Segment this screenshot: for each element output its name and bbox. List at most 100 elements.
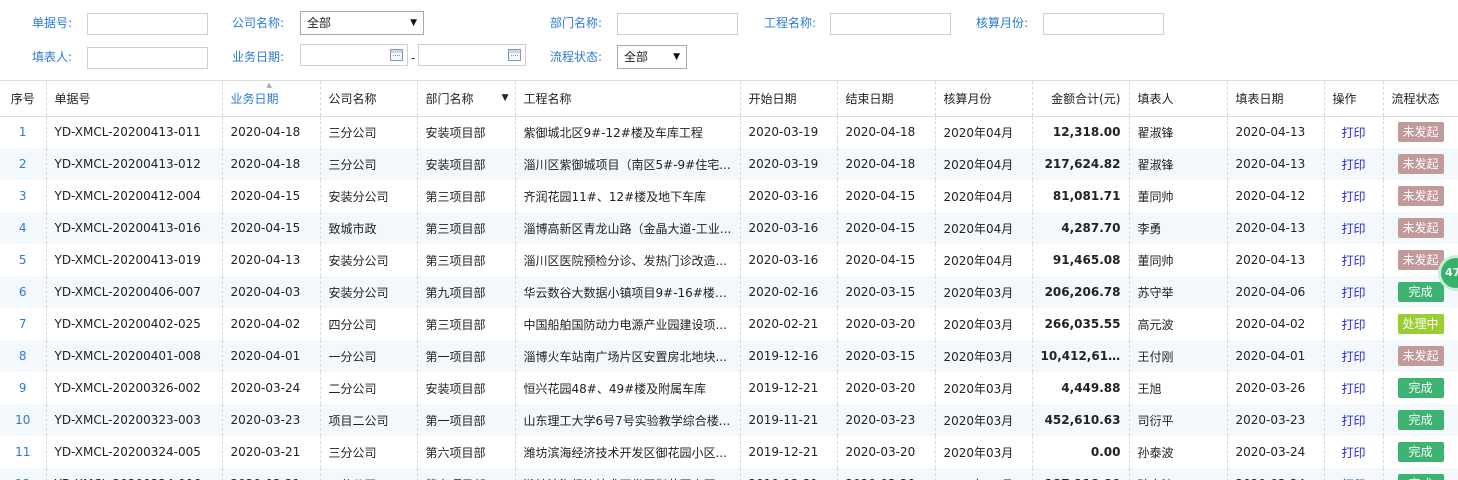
cell-status: 完成 <box>1383 468 1458 480</box>
biz-date-end-input[interactable] <box>418 44 526 66</box>
cell-end-date: 2020-04-15 <box>837 244 936 276</box>
data-grid: 序号 单据号 ▲ 业务日期 公司名称 部门名称 ▼ 工程名称 开始日期 结束日期… <box>0 80 1458 480</box>
cell-company: 三分公司 <box>320 468 418 480</box>
table-row[interactable]: 3 YD-XMCL-20200412-004 2020-04-15 安装分公司 第三项目… <box>0 180 1458 212</box>
print-link[interactable]: 打印 <box>1341 126 1365 140</box>
col-header-no[interactable]: 序号 <box>0 81 47 117</box>
print-link[interactable]: 打印 <box>1341 446 1365 460</box>
col-header-status[interactable]: 流程状态 <box>1383 81 1458 117</box>
print-link[interactable]: 打印 <box>1341 158 1365 172</box>
col-header-dept[interactable]: 部门名称 ▼ <box>417 81 516 117</box>
cell-fill-date: 2020-04-06 <box>1227 276 1325 308</box>
col-header-end-date[interactable]: 结束日期 <box>837 81 936 117</box>
cell-biz-date: 2020-04-03 <box>222 276 321 308</box>
cell-status: 未发起 <box>1383 340 1458 372</box>
cell-no: 8 <box>0 340 47 372</box>
calendar-icon[interactable] <box>508 49 521 61</box>
table-row[interactable]: 1 YD-XMCL-20200413-011 2020-04-18 三分公司 安装项目部… <box>0 116 1458 148</box>
cell-acct-month: 2020年03月 <box>935 468 1033 480</box>
flow-status-select[interactable]: 全部 ▼ <box>617 45 687 69</box>
cell-acct-month: 2020年04月 <box>935 116 1033 148</box>
table-row[interactable]: 9 YD-XMCL-20200326-002 2020-03-24 二分公司 安装项目部… <box>0 372 1458 404</box>
cell-acct-month: 2020年04月 <box>935 212 1033 244</box>
cell-project: 恒兴花园48#、49#楼及附属车库 <box>515 372 741 404</box>
cell-biz-date: 2020-03-21 <box>222 468 321 480</box>
col-header-company[interactable]: 公司名称 <box>320 81 418 117</box>
cell-company: 三分公司 <box>320 436 418 468</box>
cell-biz-date: 2020-03-23 <box>222 404 321 436</box>
cell-amount: 4,287.70 <box>1032 212 1130 244</box>
status-badge: 处理中 <box>1397 314 1444 334</box>
cell-biz-date: 2020-04-13 <box>222 244 321 276</box>
cell-filler: 王旭 <box>1129 372 1228 404</box>
cell-amount: 266,035.55 <box>1032 308 1130 340</box>
print-link[interactable]: 打印 <box>1341 286 1365 300</box>
biz-date-label: 业务日期: <box>232 50 285 64</box>
cell-amount: 206,206.78 <box>1032 276 1130 308</box>
cell-amount: 81,081.71 <box>1032 180 1130 212</box>
col-header-dept-label: 部门名称 <box>425 91 474 106</box>
print-link[interactable]: 打印 <box>1341 222 1365 236</box>
print-link[interactable]: 打印 <box>1341 254 1365 268</box>
col-header-acct-month[interactable]: 核算月份 <box>935 81 1033 117</box>
table-row[interactable]: 2 YD-XMCL-20200413-012 2020-04-18 三分公司 安装项目部… <box>0 148 1458 180</box>
cell-start-date: 2019-12-21 <box>740 372 838 404</box>
print-link[interactable]: 打印 <box>1341 318 1365 332</box>
col-header-bill-no[interactable]: 单据号 <box>46 81 223 117</box>
table-row[interactable]: 4 YD-XMCL-20200413-016 2020-04-15 致城市政 第三项目部… <box>0 212 1458 244</box>
company-select-value: 全部 <box>307 16 332 30</box>
print-link[interactable]: 打印 <box>1341 190 1365 204</box>
table-row[interactable]: 8 YD-XMCL-20200401-008 2020-04-01 一分公司 第一项目部… <box>0 340 1458 372</box>
table-row[interactable]: 10 YD-XMCL-20200323-003 2020-03-23 项目二公司 第一项… <box>0 404 1458 436</box>
status-badge: 未发起 <box>1397 186 1444 206</box>
cell-no: 5 <box>0 244 47 276</box>
project-input[interactable] <box>830 13 951 35</box>
col-header-fill-date[interactable]: 填表日期 <box>1227 81 1325 117</box>
col-header-biz-date[interactable]: ▲ 业务日期 <box>222 81 321 117</box>
cell-end-date: 2020-04-15 <box>837 212 936 244</box>
col-header-project[interactable]: 工程名称 <box>515 81 741 117</box>
cell-biz-date: 2020-03-24 <box>222 372 321 404</box>
table-row[interactable]: 11 YD-XMCL-20200324-005 2020-03-21 三分公司 第六项目… <box>0 436 1458 468</box>
col-header-start-date[interactable]: 开始日期 <box>740 81 838 117</box>
cell-status: 未发起 <box>1383 180 1458 212</box>
cell-dept: 第三项目部 <box>417 180 516 212</box>
table-row[interactable]: 5 YD-XMCL-20200413-019 2020-04-13 安装分公司 第三项目… <box>0 244 1458 276</box>
bill-no-input[interactable] <box>87 13 208 35</box>
dept-input[interactable] <box>617 13 738 35</box>
company-select[interactable]: 全部 ▼ <box>300 11 424 35</box>
biz-date-start-input[interactable] <box>300 44 408 66</box>
col-header-filler[interactable]: 填表人 <box>1129 81 1228 117</box>
cell-fill-date: 2020-04-13 <box>1227 116 1325 148</box>
cell-acct-month: 2020年03月 <box>935 372 1033 404</box>
col-header-op[interactable]: 操作 <box>1324 81 1384 117</box>
cell-company: 二分公司 <box>320 372 418 404</box>
print-link[interactable]: 打印 <box>1341 414 1365 428</box>
cell-company: 致城市政 <box>320 212 418 244</box>
calendar-icon[interactable] <box>390 49 403 61</box>
table-row[interactable]: 6 YD-XMCL-20200406-007 2020-04-03 安装分公司 第九项目… <box>0 276 1458 308</box>
cell-no: 4 <box>0 212 47 244</box>
filler-input[interactable] <box>87 47 208 69</box>
cell-fill-date: 2020-04-13 <box>1227 244 1325 276</box>
sort-indicator-icon: ▲ <box>266 81 272 89</box>
cell-no: 2 <box>0 148 47 180</box>
cell-company: 安装分公司 <box>320 244 418 276</box>
print-link[interactable]: 打印 <box>1341 382 1365 396</box>
cell-op: 打印 <box>1324 372 1384 404</box>
cell-project: 中国船舶国防动力电源产业园建设项... <box>515 308 741 340</box>
project-label: 工程名称: <box>764 16 817 30</box>
cell-fill-date: 2020-03-26 <box>1227 372 1325 404</box>
acct-month-input[interactable] <box>1043 13 1164 35</box>
cell-op: 打印 <box>1324 244 1384 276</box>
cell-no: 7 <box>0 308 47 340</box>
cell-project: 淄博火车站南广场片区安置房北地块... <box>515 340 741 372</box>
table-row[interactable]: 12YD-XMCL-20200324-0062020-03-21三分公司第六项目… <box>0 468 1458 480</box>
cell-bill-no: YD-XMCL-20200413-019 <box>46 244 223 276</box>
cell-dept: 第九项目部 <box>417 276 516 308</box>
print-link[interactable]: 打印 <box>1341 350 1365 364</box>
cell-biz-date: 2020-04-15 <box>222 212 321 244</box>
col-header-amount[interactable]: 金额合计(元) <box>1032 81 1130 117</box>
column-menu-icon[interactable]: ▼ <box>502 93 509 103</box>
table-row[interactable]: 7 YD-XMCL-20200402-025 2020-04-02 四分公司 第三项目部… <box>0 308 1458 340</box>
